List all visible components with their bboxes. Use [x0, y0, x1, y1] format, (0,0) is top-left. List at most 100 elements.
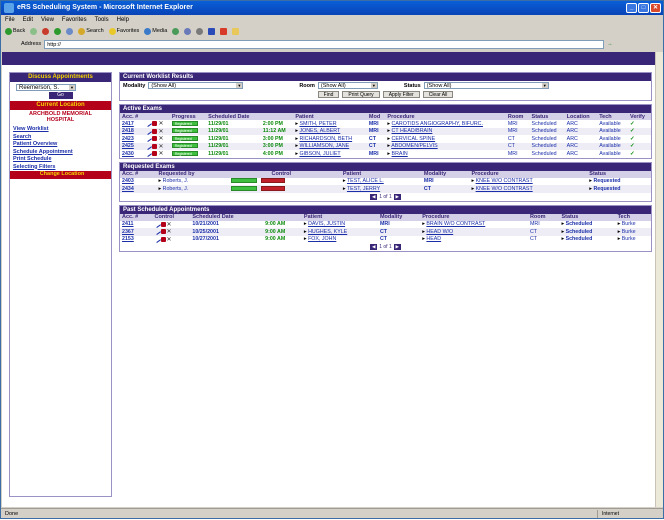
room-select[interactable]: (Show All) [317, 82, 378, 89]
home-button[interactable] [66, 27, 74, 35]
cancel-icon[interactable]: ✕ [158, 121, 163, 127]
acc-link[interactable]: 2417 [122, 121, 134, 127]
patient-link[interactable]: TEST, ALICE L. [347, 178, 384, 184]
mail-button[interactable] [184, 27, 192, 35]
patient-link[interactable]: RICHARDSON, BETH [299, 136, 352, 142]
menu-edit[interactable]: Edit [23, 15, 33, 25]
acc-link[interactable]: 2418 [122, 128, 134, 134]
sidebar-item-search[interactable]: Search [10, 134, 111, 142]
procedure-link[interactable]: HEAD [426, 236, 441, 242]
favorites-button[interactable]: Favorites [108, 27, 139, 35]
procedure-link[interactable]: BRAIN W/O CONTRAST [426, 221, 485, 227]
prev-page-button[interactable]: ◀ [370, 244, 378, 250]
procedure-link[interactable]: CT HEAD/BRAIN [392, 128, 433, 134]
check-icon[interactable]: ✓ [630, 136, 634, 142]
cancel-icon[interactable]: ✕ [158, 151, 163, 157]
acc-link[interactable]: 2153 [122, 236, 134, 242]
cancel-icon[interactable]: ✕ [158, 136, 163, 142]
back-button[interactable]: Back [5, 27, 25, 35]
word-button[interactable] [208, 27, 216, 35]
menu-view[interactable]: View [41, 15, 54, 25]
check-icon[interactable]: ✓ [630, 151, 634, 157]
check-icon[interactable]: ✓ [630, 143, 634, 149]
camera-icon[interactable] [152, 151, 158, 157]
patient-link[interactable]: GIBSON, JULIET [299, 151, 340, 157]
search-button[interactable]: Search [78, 27, 104, 35]
check-icon[interactable]: ✓ [630, 121, 634, 127]
vertical-scrollbar[interactable] [655, 52, 663, 507]
patient-link[interactable]: JONES, ALBERT [299, 128, 340, 134]
print-query-button[interactable]: Print Query [342, 91, 380, 98]
approve-button[interactable] [230, 178, 257, 184]
cancel-icon[interactable]: ✕ [158, 129, 163, 135]
patient-link[interactable]: TEST, JERRY [347, 186, 380, 192]
camera-icon[interactable] [152, 128, 158, 134]
folder-button[interactable] [232, 27, 240, 35]
procedure-link[interactable]: ABDOMEN/PELVIS [391, 143, 437, 149]
camera-icon[interactable] [152, 136, 158, 142]
close-icon[interactable]: ✕ [650, 3, 661, 13]
check-icon[interactable]: ✓ [630, 128, 634, 134]
patient-link[interactable]: HUGHES, KYLE [308, 229, 347, 235]
next-page-button[interactable]: ▶ [393, 193, 401, 200]
minimize-icon[interactable]: _ [626, 3, 637, 13]
sidebar-item-schedule-appointment[interactable]: Schedule Appointment [10, 149, 111, 157]
find-button[interactable]: Find [317, 91, 340, 98]
status-select[interactable]: (Show All) [423, 82, 549, 89]
patient-link[interactable]: FOX, JOHN [308, 236, 336, 242]
deny-button[interactable] [260, 178, 285, 184]
messenger-button[interactable] [220, 27, 228, 35]
procedure-link[interactable]: CERVICAL SPINE [392, 136, 436, 142]
edit-icon[interactable] [145, 120, 153, 128]
edit-icon[interactable] [153, 235, 161, 243]
cancel-icon[interactable]: ✕ [167, 229, 172, 235]
sidebar-item-print-schedule[interactable]: Print Schedule [10, 156, 111, 164]
deny-button[interactable] [260, 185, 285, 191]
patient-link[interactable]: SMITH, PETER [299, 121, 336, 127]
edit-icon[interactable] [145, 142, 153, 150]
modality-select[interactable]: (Show All) [148, 82, 244, 89]
patient-link[interactable]: DAVIS, JUSTIN [308, 221, 345, 227]
menu-help[interactable]: Help [117, 15, 129, 25]
edit-icon[interactable] [153, 220, 161, 228]
go-sidebar-button[interactable]: Go [48, 92, 73, 99]
sidebar-item-selecting-filters[interactable]: Selecting Filters [10, 164, 111, 172]
edit-icon[interactable] [145, 150, 153, 158]
cancel-icon[interactable]: ✕ [167, 222, 172, 228]
maximize-icon[interactable]: □ [638, 3, 649, 13]
apply-filter-button[interactable]: Apply Filter [382, 91, 420, 98]
print-button[interactable] [196, 27, 204, 35]
acc-link[interactable]: 2434 [122, 186, 134, 192]
forward-button[interactable] [30, 27, 38, 35]
acc-link[interactable]: 2367 [122, 229, 134, 235]
camera-icon[interactable] [160, 236, 166, 242]
sidebar-item-patient-overview[interactable]: Patient Overview [10, 141, 111, 149]
acc-link[interactable]: 2430 [122, 151, 134, 157]
menu-file[interactable]: File [5, 15, 15, 25]
procedure-link[interactable]: KNEE W/O CONTRAST [476, 178, 533, 184]
cancel-icon[interactable]: ✕ [158, 144, 163, 150]
camera-icon[interactable] [152, 121, 158, 127]
sidebar-item-view-worklist[interactable]: View Worklist [10, 126, 111, 134]
history-button[interactable] [172, 27, 180, 35]
cancel-icon[interactable]: ✕ [167, 237, 172, 243]
stop-button[interactable] [42, 27, 50, 35]
acc-link[interactable]: 2403 [122, 178, 134, 184]
media-button[interactable]: Media [144, 27, 167, 35]
camera-icon[interactable] [152, 143, 158, 149]
sidebar-item-change-location[interactable]: Change Location [10, 171, 111, 179]
patient-link[interactable]: WILLIAMSON, JANE [299, 143, 349, 149]
menu-favorites[interactable]: Favorites [62, 15, 87, 25]
edit-icon[interactable] [145, 127, 153, 135]
edit-icon[interactable] [145, 135, 153, 143]
menu-tools[interactable]: Tools [95, 15, 109, 25]
approve-button[interactable] [230, 185, 257, 191]
procedure-link[interactable]: CAROTIDS ANGIOGRAPHY, BIFURC. [392, 121, 483, 127]
clear-all-button[interactable]: Clear All [422, 91, 454, 98]
refresh-button[interactable] [54, 27, 62, 35]
address-input[interactable]: http:// [44, 39, 605, 49]
procedure-link[interactable]: KNEE W/O CONTRAST [476, 186, 533, 192]
prev-page-button[interactable]: ◀ [370, 193, 378, 200]
go-button[interactable]: → [607, 41, 613, 47]
procedure-link[interactable]: HEAD W/O [426, 229, 453, 235]
